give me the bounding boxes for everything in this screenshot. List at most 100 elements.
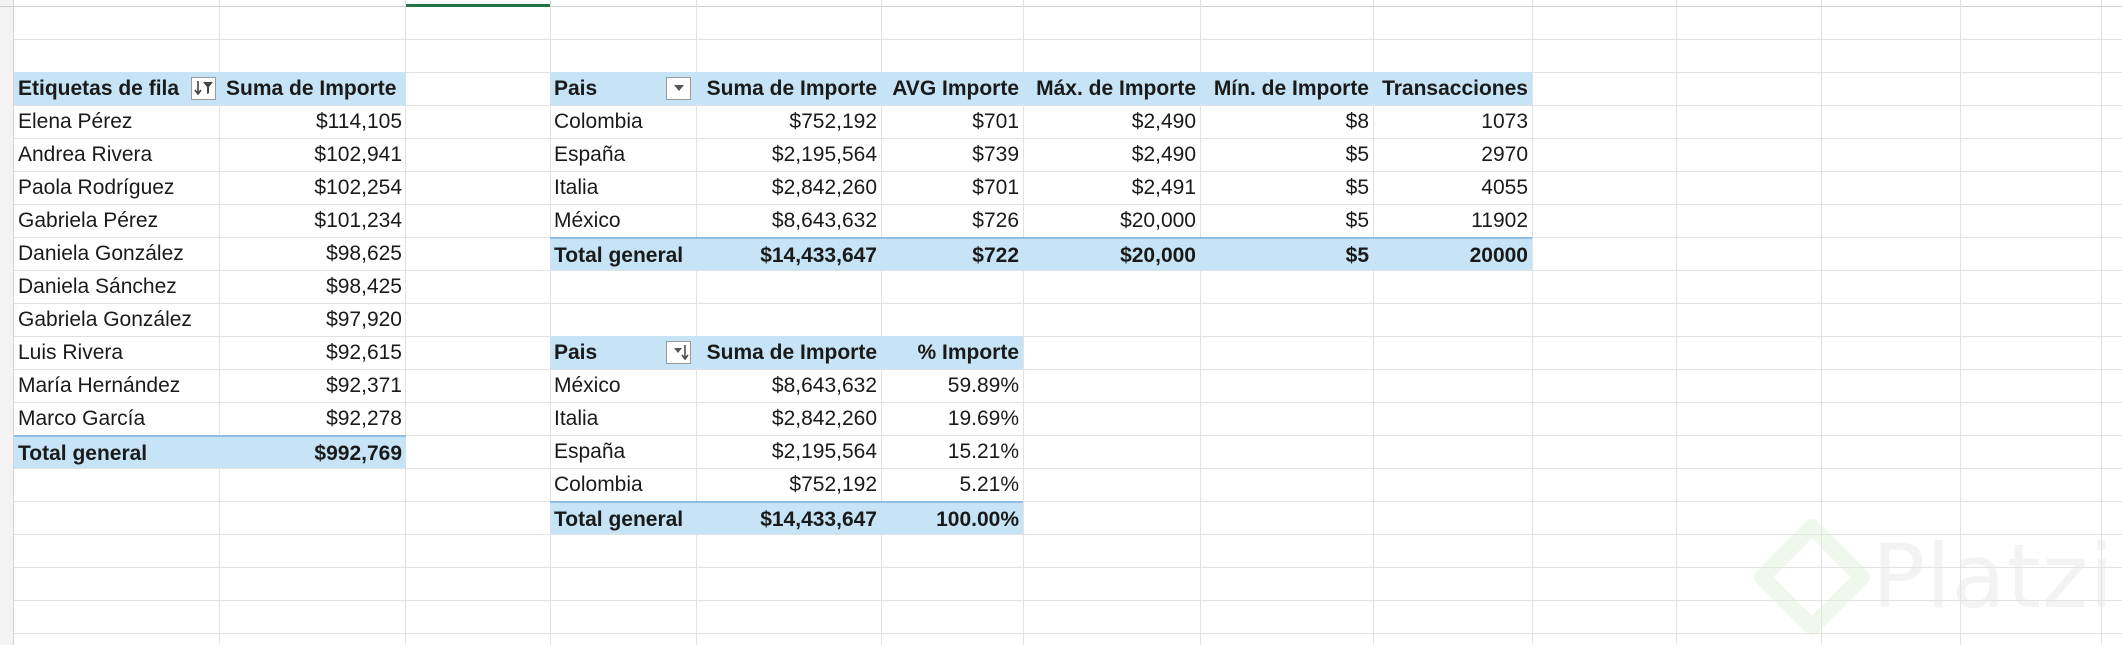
amount-cell[interactable]: $92,371 [220, 369, 406, 402]
grid-column-line [1532, 0, 1533, 645]
total-row-label-cell[interactable]: Total general [14, 435, 220, 468]
dropdown-arrow-icon[interactable] [666, 77, 691, 100]
total-sum-cell[interactable]: $14,433,647 [696, 237, 881, 270]
country-cell[interactable]: Colombia [550, 105, 696, 138]
sum-cell[interactable]: $2,195,564 [696, 138, 881, 171]
row-label-cell[interactable]: Daniela González [14, 237, 220, 270]
total-min-cell[interactable]: $5 [1200, 237, 1373, 270]
avg-cell[interactable]: $726 [881, 204, 1023, 237]
amount-cell[interactable]: $92,615 [220, 336, 406, 369]
transactions-cell[interactable]: 1073 [1373, 105, 1532, 138]
row-label-cell[interactable]: Marco García [14, 402, 220, 435]
row-label-cell[interactable]: Elena Pérez [14, 105, 220, 138]
row-label-cell[interactable]: María Hernández [14, 369, 220, 402]
row-label-cell[interactable]: Gabriela Pérez [14, 204, 220, 237]
row-label-cell[interactable]: Gabriela González [14, 303, 220, 336]
transactions-cell[interactable]: 2970 [1373, 138, 1532, 171]
table-row[interactable]: México $8,643,632 59.89% [550, 369, 1023, 402]
grid-row-line [14, 501, 2122, 502]
avg-cell[interactable]: $701 [881, 105, 1023, 138]
grid-column-line [1676, 0, 1677, 645]
table-row[interactable]: España $2,195,564 $739 $2,490 $5 2970 [550, 138, 1532, 171]
total-row[interactable]: Total general $14,433,647 100.00% [550, 501, 1023, 534]
total-country-cell[interactable]: Total general [550, 237, 696, 270]
transactions-cell[interactable]: 4055 [1373, 171, 1532, 204]
country-cell[interactable]: España [550, 435, 696, 468]
total-sum-cell[interactable]: $14,433,647 [696, 501, 881, 534]
country-cell[interactable]: Italia [550, 171, 696, 204]
total-transactions-cell[interactable]: 20000 [1373, 237, 1532, 270]
min-cell[interactable]: $5 [1200, 138, 1373, 171]
total-row[interactable]: Total general $992,769 [14, 435, 406, 468]
amount-cell[interactable]: $92,278 [220, 402, 406, 435]
table-row[interactable]: Gabriela Pérez $101,234 [14, 204, 406, 237]
table-row[interactable]: Italia $2,842,260 19.69% [550, 402, 1023, 435]
sum-cell[interactable]: $752,192 [696, 468, 881, 501]
max-cell[interactable]: $2,491 [1023, 171, 1200, 204]
max-cell[interactable]: $2,490 [1023, 138, 1200, 171]
sum-cell[interactable]: $752,192 [696, 105, 881, 138]
country-cell[interactable]: México [550, 204, 696, 237]
platzi-logo-icon [1754, 519, 1870, 635]
total-country-cell[interactable]: Total general [550, 501, 696, 534]
sum-cell[interactable]: $2,842,260 [696, 402, 881, 435]
filter-sort-icon[interactable] [191, 77, 216, 100]
country-cell[interactable]: España [550, 138, 696, 171]
percent-cell[interactable]: 15.21% [881, 435, 1023, 468]
amount-cell[interactable]: $101,234 [220, 204, 406, 237]
sum-cell[interactable]: $2,195,564 [696, 435, 881, 468]
row-label-cell[interactable]: Daniela Sánchez [14, 270, 220, 303]
table-row[interactable]: Marco García $92,278 [14, 402, 406, 435]
min-cell[interactable]: $5 [1200, 204, 1373, 237]
amount-cell[interactable]: $114,105 [220, 105, 406, 138]
amount-cell[interactable]: $102,941 [220, 138, 406, 171]
table-row[interactable]: María Hernández $92,371 [14, 369, 406, 402]
grid-row-line [14, 468, 2122, 469]
active-column-indicator [405, 4, 550, 7]
min-cell[interactable]: $8 [1200, 105, 1373, 138]
sum-cell[interactable]: $2,842,260 [696, 171, 881, 204]
total-max-cell[interactable]: $20,000 [1023, 237, 1200, 270]
country-cell[interactable]: México [550, 369, 696, 402]
sum-cell[interactable]: $8,643,632 [696, 369, 881, 402]
table-row[interactable]: Italia $2,842,260 $701 $2,491 $5 4055 [550, 171, 1532, 204]
row-header-strip[interactable] [0, 0, 14, 645]
table-row[interactable]: Gabriela González $97,920 [14, 303, 406, 336]
row-label-cell[interactable]: Paola Rodríguez [14, 171, 220, 204]
table-row[interactable]: España $2,195,564 15.21% [550, 435, 1023, 468]
table-row[interactable]: México $8,643,632 $726 $20,000 $5 11902 [550, 204, 1532, 237]
percent-cell[interactable]: 5.21% [881, 468, 1023, 501]
table-row[interactable]: Elena Pérez $114,105 [14, 105, 406, 138]
avg-cell[interactable]: $739 [881, 138, 1023, 171]
max-cell[interactable]: $20,000 [1023, 204, 1200, 237]
sort-descending-icon[interactable] [666, 341, 691, 364]
total-amount-cell[interactable]: $992,769 [220, 435, 406, 468]
min-cell[interactable]: $5 [1200, 171, 1373, 204]
transactions-cell[interactable]: 11902 [1373, 204, 1532, 237]
max-cell[interactable]: $2,490 [1023, 105, 1200, 138]
pivot-header-row: Pais Suma de Importe AVG Importe Máx. de… [550, 72, 1532, 105]
percent-cell[interactable]: 19.69% [881, 402, 1023, 435]
total-avg-cell[interactable]: $722 [881, 237, 1023, 270]
avg-cell[interactable]: $701 [881, 171, 1023, 204]
sum-cell[interactable]: $8,643,632 [696, 204, 881, 237]
amount-cell[interactable]: $102,254 [220, 171, 406, 204]
total-percent-cell[interactable]: 100.00% [881, 501, 1023, 534]
country-cell[interactable]: Colombia [550, 468, 696, 501]
country-cell[interactable]: Italia [550, 402, 696, 435]
table-row[interactable]: Paola Rodríguez $102,254 [14, 171, 406, 204]
percent-cell[interactable]: 59.89% [881, 369, 1023, 402]
table-row[interactable]: Daniela González $98,625 [14, 237, 406, 270]
table-row[interactable]: Colombia $752,192 $701 $2,490 $8 1073 [550, 105, 1532, 138]
total-row[interactable]: Total general $14,433,647 $722 $20,000 $5 200… [550, 237, 1532, 270]
amount-cell[interactable]: $97,920 [220, 303, 406, 336]
table-row[interactable]: Andrea Rivera $102,941 [14, 138, 406, 171]
table-row[interactable]: Colombia $752,192 5.21% [550, 468, 1023, 501]
row-label-cell[interactable]: Luis Rivera [14, 336, 220, 369]
row-label-cell[interactable]: Andrea Rivera [14, 138, 220, 171]
table-row[interactable]: Luis Rivera $92,615 [14, 336, 406, 369]
amount-cell[interactable]: $98,625 [220, 237, 406, 270]
amount-cell[interactable]: $98,425 [220, 270, 406, 303]
table-row[interactable]: Daniela Sánchez $98,425 [14, 270, 406, 303]
platzi-watermark: Platzi [1742, 515, 2122, 645]
